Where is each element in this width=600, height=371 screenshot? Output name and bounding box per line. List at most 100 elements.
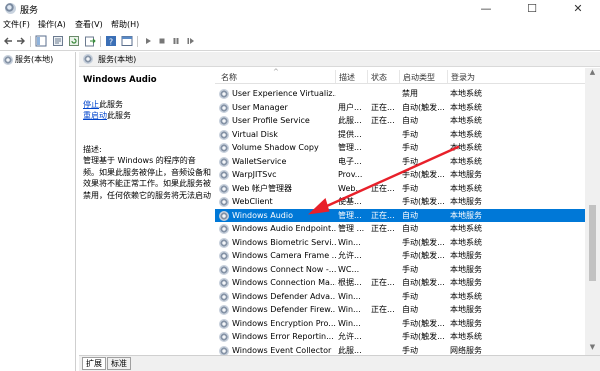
column-divider[interactable] xyxy=(447,70,448,83)
scroll-down-arrow-icon[interactable]: ▼ xyxy=(585,343,600,355)
table-row[interactable]: Windows Defender Firew... Win... 正在... 自动 本地… xyxy=(215,303,585,317)
cell-description: Win... xyxy=(338,305,361,314)
table-row[interactable]: WebClient 使基... 手动(触发... 本地服务 xyxy=(215,195,585,209)
scrollbar-thumb[interactable] xyxy=(589,205,596,281)
cell-status: 正在... xyxy=(371,102,395,112)
column-header-name[interactable]: 名称 xyxy=(221,72,237,83)
table-row[interactable]: User Experience Virtualiz... 禁用 本地系统 xyxy=(215,87,585,101)
cell-description: 使基... xyxy=(338,197,362,206)
minimize-button[interactable]: — xyxy=(463,0,509,17)
cell-logon-as: 本地系统 xyxy=(450,102,482,112)
tab-extended[interactable]: 扩展 xyxy=(82,357,106,370)
table-row[interactable]: Windows Connect Now -... WC... 手动 本地服务 xyxy=(215,263,585,277)
back-icon[interactable] xyxy=(2,35,14,47)
menu-file[interactable]: 文件(F) xyxy=(3,19,30,30)
table-row[interactable]: Windows Audio Endpoint... 管理 ... 正在... 自动 本地… xyxy=(215,222,585,236)
cell-startup-type: 手动 xyxy=(402,156,418,166)
export-icon[interactable] xyxy=(84,35,96,47)
stop-service-suffix: 此服务 xyxy=(99,100,123,109)
table-row[interactable]: Virtual Disk 提供... 手动 本地系统 xyxy=(215,128,585,142)
cell-logon-as: 本地服务 xyxy=(450,305,482,314)
cell-description: 允许... xyxy=(338,332,362,341)
table-row[interactable]: WarpJITSvc Prov... 手动(触发... 本地服务 xyxy=(215,168,585,182)
cell-description: 根据... xyxy=(338,278,362,287)
table-row[interactable]: Windows Encryption Pro... Win... 手动(触发... 本… xyxy=(215,317,585,331)
column-divider[interactable] xyxy=(367,70,368,83)
vertical-scrollbar[interactable]: ▲ ▼ xyxy=(585,68,600,355)
close-button[interactable]: ✕ xyxy=(555,0,600,17)
cell-startup-type: 手动(触发... xyxy=(402,170,445,179)
tree-item-label: 服务(本地) xyxy=(15,55,54,64)
cell-startup-type: 手动 xyxy=(402,183,418,193)
cell-name: Windows Connection Ma... xyxy=(232,278,336,287)
restart-service-suffix: 此服务 xyxy=(107,111,131,120)
refresh-icon[interactable] xyxy=(68,35,80,47)
help-icon[interactable]: ? xyxy=(105,35,117,47)
cell-status: 正在... xyxy=(371,116,395,125)
cell-description: 管理... xyxy=(338,143,362,152)
selected-service-title: Windows Audio xyxy=(83,75,157,85)
tab-standard[interactable]: 标准 xyxy=(107,357,131,370)
cell-status: 正在... xyxy=(371,183,395,193)
tree-item-services-local[interactable]: 服务(本地) xyxy=(2,54,53,66)
table-row[interactable]: Windows Connection Ma... 根据... 正在... 自动(触发.… xyxy=(215,276,585,290)
toolbar-divider xyxy=(100,36,101,47)
column-header-status[interactable]: 状态 xyxy=(371,72,387,83)
restart-service-link[interactable]: 重启动 xyxy=(83,111,107,120)
stop-service-link[interactable]: 停止 xyxy=(83,100,99,109)
service-gear-icon xyxy=(219,305,229,315)
forward-icon[interactable] xyxy=(15,35,27,47)
column-header-description[interactable]: 描述 xyxy=(339,72,355,83)
menu-view[interactable]: 查看(V) xyxy=(75,19,103,30)
cell-startup-type: 手动(触发... xyxy=(402,197,445,206)
column-divider[interactable] xyxy=(335,70,336,83)
cell-startup-type: 自动(触发... xyxy=(402,278,445,287)
console-icon[interactable] xyxy=(121,35,133,47)
cell-logon-as: 本地系统 xyxy=(450,224,482,233)
table-row[interactable]: Windows Defender Adva... Win... 手动 本地系统 xyxy=(215,290,585,304)
cell-startup-type: 手动 xyxy=(402,345,418,355)
restart-icon[interactable] xyxy=(185,35,197,47)
stop-icon[interactable] xyxy=(156,35,168,47)
service-gear-icon xyxy=(219,183,229,194)
table-header: ^ 名称 描述 状态 启动类型 登录为 xyxy=(215,68,585,84)
properties-icon[interactable] xyxy=(52,35,64,47)
description-label: 描述: xyxy=(83,145,102,154)
cell-name: Windows Error Reportin... xyxy=(232,332,334,341)
table-row[interactable]: Windows Biometric Servi... Win... 手动(触发...… xyxy=(215,236,585,250)
toolbar-divider xyxy=(30,36,31,47)
table-row[interactable]: Web 帐户管理器 Web... 正在... 手动 本地系统 xyxy=(215,182,585,196)
table-row[interactable]: User Manager 用户... 正在... 自动(触发... 本地系统 xyxy=(215,101,585,115)
cell-startup-type: 自动 xyxy=(402,116,418,125)
menu-action[interactable]: 操作(A) xyxy=(38,19,66,30)
pane-header-label: 服务(本地) xyxy=(98,55,137,64)
cell-description: 电子... xyxy=(338,156,362,166)
column-header-startup-type[interactable]: 启动类型 xyxy=(403,72,435,83)
table-row[interactable]: WalletService 电子... 手动 本地系统 xyxy=(215,155,585,169)
table-row[interactable]: Windows Audio 管理... 正在... 自动 本地服务 xyxy=(215,208,585,222)
cell-startup-type: 手动(触发... xyxy=(402,237,445,247)
cell-startup-type: 手动(触发... xyxy=(402,318,445,328)
service-gear-icon xyxy=(219,143,229,153)
start-icon[interactable] xyxy=(142,35,154,47)
service-gear-icon xyxy=(219,237,229,248)
cell-logon-as: 本地系统 xyxy=(450,129,482,139)
show-tree-icon[interactable] xyxy=(35,35,47,47)
service-gear-icon xyxy=(219,264,229,275)
service-gear-icon xyxy=(219,210,229,221)
service-gear-icon xyxy=(219,89,229,99)
cell-logon-as: 网络服务 xyxy=(450,345,482,355)
table-row[interactable]: Windows Camera Frame ... 允许... 手动(触发... 本地服… xyxy=(215,249,585,263)
column-header-logon-as[interactable]: 登录为 xyxy=(451,72,475,83)
table-row[interactable]: Volume Shadow Copy 管理... 手动 本地系统 xyxy=(215,141,585,155)
menu-help[interactable]: 帮助(H) xyxy=(111,19,139,30)
column-divider[interactable] xyxy=(399,70,400,83)
table-row[interactable]: User Profile Service 此服... 正在... 自动 本地系统 xyxy=(215,114,585,128)
table-row[interactable]: Windows Error Reportin... 允许... 手动(触发... 本地… xyxy=(215,330,585,344)
scroll-up-arrow-icon[interactable]: ▲ xyxy=(585,68,600,80)
table-row[interactable]: Windows Event Collector 此服... 手动 网络服务 xyxy=(215,344,585,355)
pause-icon[interactable] xyxy=(170,35,182,47)
cell-name: Volume Shadow Copy xyxy=(232,143,319,152)
stop-service-action: 停止此服务 xyxy=(83,99,123,110)
maximize-button[interactable]: ☐ xyxy=(509,0,555,17)
